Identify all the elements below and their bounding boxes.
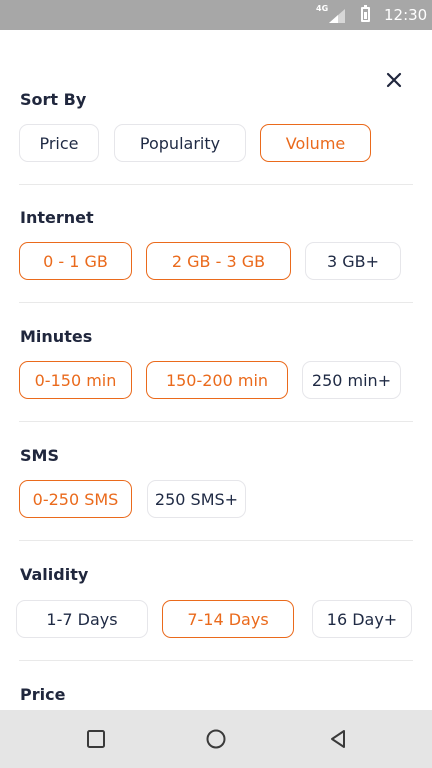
navigation-bar [0,710,432,768]
internet-title: Internet [20,208,94,227]
chip-sort-price[interactable]: Price [19,124,99,162]
validity-title: Validity [20,565,89,584]
recent-apps-icon[interactable] [84,727,108,751]
divider [19,540,413,541]
status-bar: 4G 12:30 [0,0,432,30]
network-type: 4G [316,4,329,13]
chip-minutes-250-plus[interactable]: 250 min+ [302,361,401,399]
chip-internet-0-1gb[interactable]: 0 - 1 GB [19,242,132,280]
divider [19,184,413,185]
minutes-title: Minutes [20,327,93,346]
chip-minutes-150-200[interactable]: 150-200 min [146,361,288,399]
status-time: 12:30 [384,6,428,24]
chip-validity-7-14[interactable]: 7-14 Days [162,600,294,638]
home-icon[interactable] [204,727,228,751]
chip-minutes-0-150[interactable]: 0-150 min [19,361,132,399]
chip-validity-1-7[interactable]: 1-7 Days [16,600,148,638]
close-button[interactable] [380,66,408,94]
divider [19,660,413,661]
price-title: Price [20,685,66,704]
chip-sort-popularity[interactable]: Popularity [114,124,246,162]
chip-internet-2-3gb[interactable]: 2 GB - 3 GB [146,242,291,280]
chip-validity-16-plus[interactable]: 16 Day+ [312,600,412,638]
battery-icon [361,5,370,22]
chip-sms-250-plus[interactable]: 250 SMS+ [147,480,246,518]
chip-internet-3gb-plus[interactable]: 3 GB+ [305,242,401,280]
sms-title: SMS [20,446,59,465]
sort-by-title: Sort By [20,90,87,109]
chip-sms-0-250[interactable]: 0-250 SMS [19,480,132,518]
signal-icon [329,9,345,23]
divider [19,421,413,422]
back-icon[interactable] [326,727,350,751]
chip-sort-volume[interactable]: Volume [260,124,371,162]
close-icon [386,72,402,88]
divider [19,302,413,303]
